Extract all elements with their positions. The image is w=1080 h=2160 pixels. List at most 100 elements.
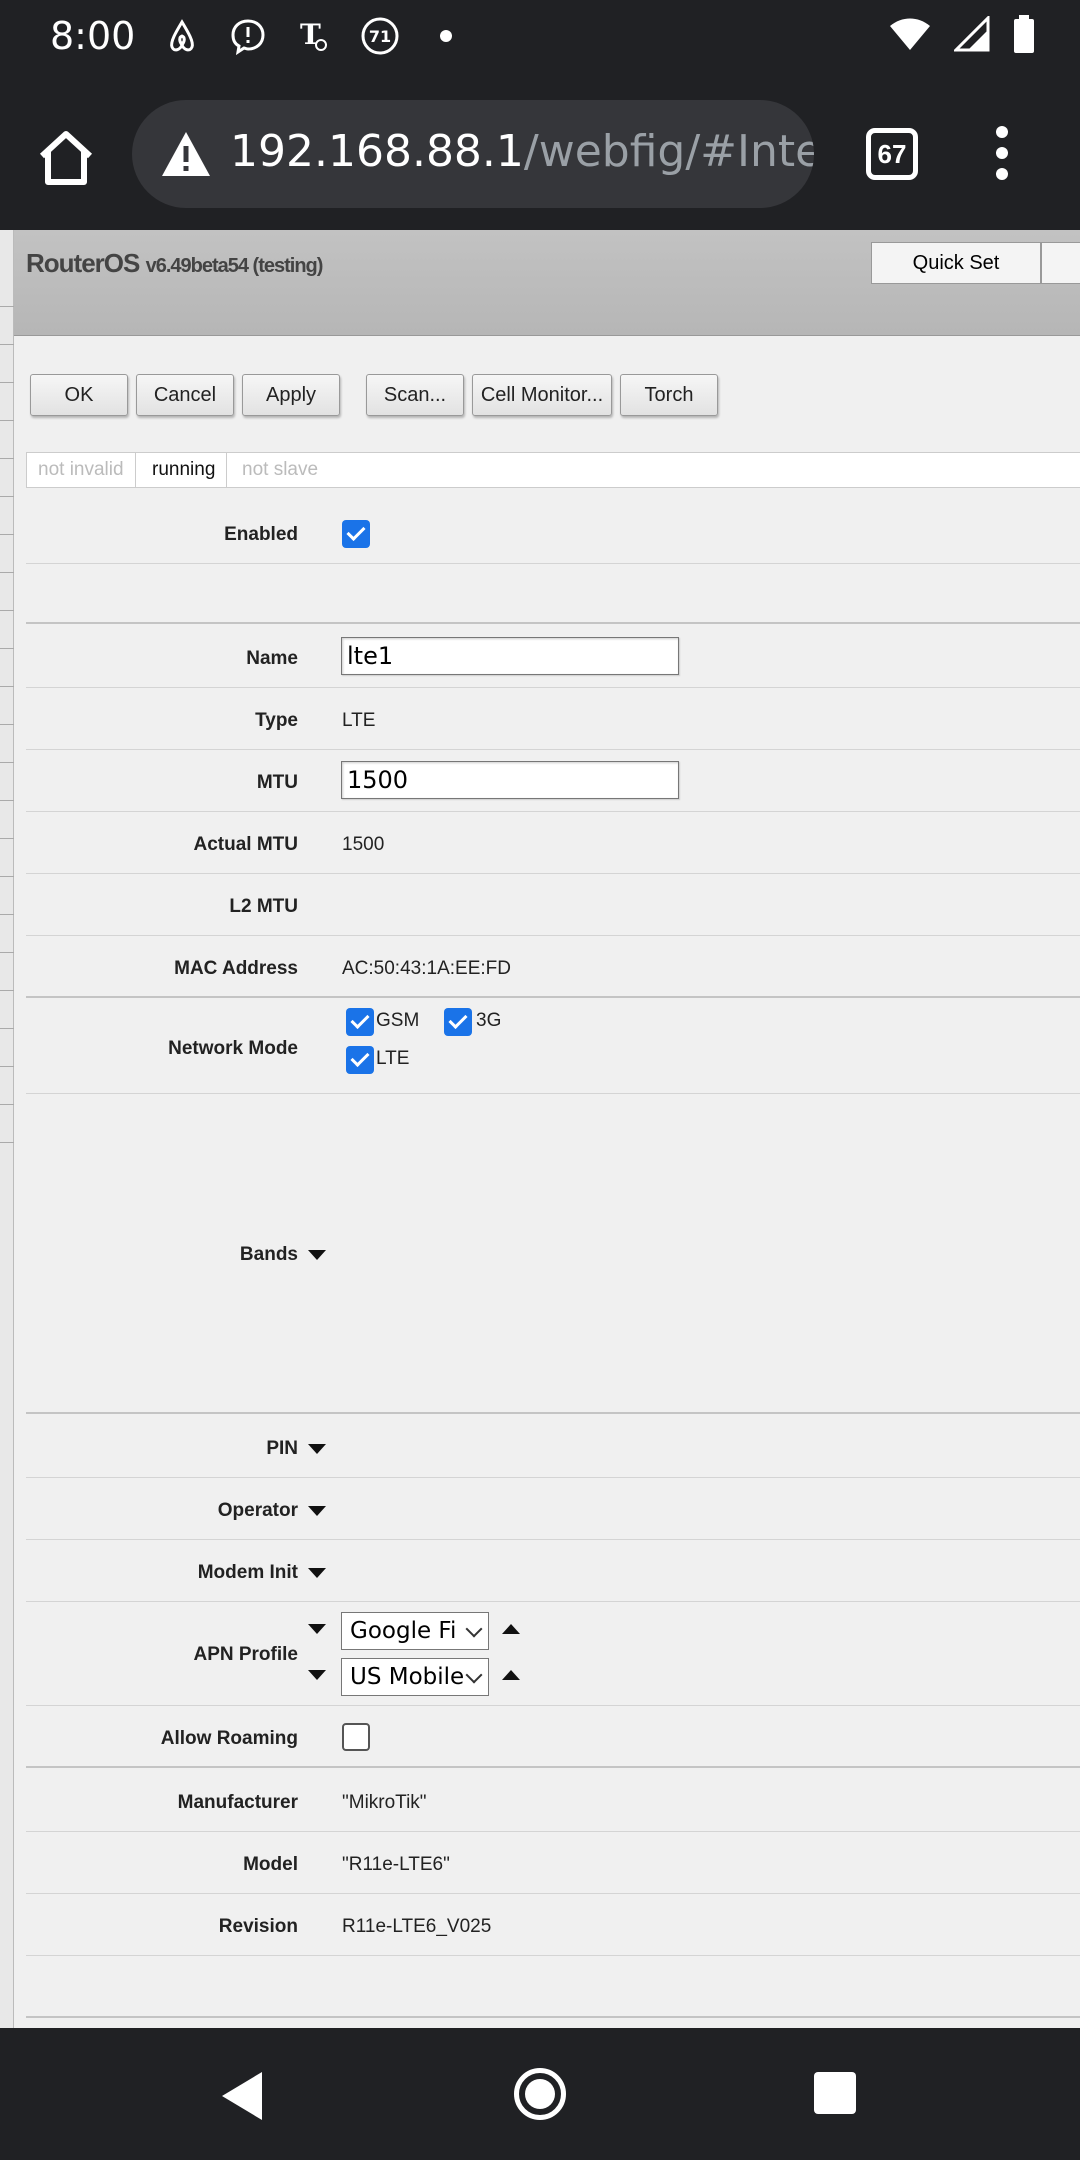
gsm-label: GSM — [376, 1010, 420, 1031]
row-bottom-spacer — [26, 1956, 1080, 2018]
tmobile-icon: T — [292, 14, 336, 58]
bands-expand-icon[interactable] — [308, 1250, 326, 1260]
row-manufacturer: Manufacturer "MikroTik" — [26, 1770, 1080, 1832]
manufacturer-value: "MikroTik" — [342, 1792, 427, 1813]
type-value: LTE — [342, 710, 376, 731]
apply-button[interactable]: Apply — [242, 374, 340, 416]
apn-profile-2-move-up-icon[interactable] — [502, 1670, 520, 1680]
status-flags: not invalid running not slave — [26, 452, 1080, 488]
mtu-label: MTU — [256, 772, 298, 793]
system-nav-bar — [0, 2028, 1080, 2160]
routeros-version: v6.49beta54 (testing) — [145, 255, 324, 277]
chevron-down-icon — [465, 1666, 483, 1684]
badge-71-icon: 71 — [358, 14, 402, 58]
home-icon[interactable] — [34, 126, 98, 190]
row-revision: Revision R11e-LTE6_V025 — [26, 1894, 1080, 1956]
modem-init-expand-icon[interactable] — [308, 1568, 326, 1578]
revision-label: Revision — [218, 1916, 298, 1937]
row-actual-mtu: Actual MTU 1500 — [26, 812, 1080, 874]
url-text[interactable]: 192.168.88.1/webfig/#Interfa — [230, 126, 814, 177]
row-mtu: MTU 1500 — [26, 750, 1080, 812]
apn-profile-1-move-up-icon[interactable] — [502, 1624, 520, 1634]
manufacturer-label: Manufacturer — [177, 1792, 298, 1813]
battery-icon — [1012, 14, 1036, 59]
row-apn-profile: APN Profile Google Fi US Mobile — [26, 1602, 1080, 1706]
signal-icon — [952, 14, 990, 57]
operator-expand-icon[interactable] — [308, 1506, 326, 1516]
modem-init-label: Modem Init — [197, 1562, 298, 1583]
mtu-input[interactable]: 1500 — [341, 761, 679, 799]
actual-mtu-label: Actual MTU — [193, 834, 299, 855]
flag-invalid: not invalid — [27, 453, 136, 487]
quick-set-button[interactable]: Quick Set — [871, 242, 1041, 284]
name-input[interactable]: lte1 — [341, 637, 679, 675]
mac-label: MAC Address — [174, 958, 298, 979]
left-menu-strip[interactable] — [0, 230, 14, 2028]
pin-expand-icon[interactable] — [308, 1444, 326, 1454]
clock: 8:00 — [50, 14, 136, 58]
svg-text:T: T — [300, 18, 321, 51]
name-label: Name — [246, 648, 298, 669]
dot-icon — [424, 14, 468, 58]
row-model: Model "R11e-LTE6" — [26, 1832, 1080, 1894]
overflow-menu-icon[interactable] — [990, 126, 1014, 186]
row-bands: Bands — [26, 1094, 1080, 1414]
routeros-brand: RouterOS — [26, 248, 140, 278]
recent-apps-icon[interactable] — [814, 2072, 856, 2114]
row-allow-roaming: Allow Roaming — [26, 1706, 1080, 1768]
wifi-icon — [888, 16, 932, 57]
revision-value: R11e-LTE6_V025 — [342, 1916, 492, 1937]
model-value: "R11e-LTE6" — [342, 1854, 450, 1875]
scan-button[interactable]: Scan... — [366, 374, 464, 416]
apn-profile-label: APN Profile — [193, 1644, 298, 1665]
row-enabled: Enabled — [26, 504, 1080, 564]
not-secure-warning-icon[interactable] — [160, 130, 212, 178]
browser-toolbar: 192.168.88.1/webfig/#Interfa 67 — [0, 76, 1080, 230]
gsm-checkbox[interactable] — [346, 1008, 374, 1036]
airbnb-icon — [160, 14, 204, 58]
url-host: 192.168.88.1 — [230, 126, 524, 177]
apn-profile-select-1[interactable]: Google Fi — [341, 1612, 489, 1650]
webfig-page: RouterOS v6.49beta54 (testing) Quick Set… — [0, 230, 1080, 2028]
routeros-title: RouterOS v6.49beta54 (testing) — [26, 248, 324, 279]
actual-mtu-value: 1500 — [342, 834, 385, 855]
tab-switcher-button[interactable]: 67 — [866, 128, 918, 180]
3g-label: 3G — [476, 1010, 502, 1031]
ok-button[interactable]: OK — [30, 374, 128, 416]
notification-icons: T 71 — [160, 14, 468, 58]
lte-checkbox[interactable] — [346, 1046, 374, 1074]
allow-roaming-label: Allow Roaming — [160, 1728, 298, 1749]
apn-profile-1-value: Google Fi — [350, 1618, 457, 1644]
back-icon[interactable] — [222, 2072, 262, 2120]
enabled-checkbox[interactable] — [342, 520, 370, 548]
pin-label: PIN — [266, 1438, 298, 1459]
flag-running: running — [141, 453, 228, 487]
type-label: Type — [255, 710, 298, 731]
apn-profile-select-2[interactable]: US Mobile — [341, 1658, 489, 1696]
l2mtu-label: L2 MTU — [229, 896, 298, 917]
messenger-icon — [226, 14, 270, 58]
row-l2mtu: L2 MTU — [26, 874, 1080, 936]
torch-button[interactable]: Torch — [620, 374, 718, 416]
mac-value: AC:50:43:1A:EE:FD — [342, 958, 511, 979]
network-mode-label: Network Mode — [168, 1038, 298, 1059]
cell-monitor-button[interactable]: Cell Monitor... — [472, 374, 612, 416]
row-operator: Operator — [26, 1478, 1080, 1540]
3g-checkbox[interactable] — [444, 1008, 472, 1036]
lte-label: LTE — [376, 1048, 410, 1069]
home-circle-icon[interactable] — [514, 2068, 566, 2120]
row-name: Name lte1 — [26, 626, 1080, 688]
row-modem-init: Modem Init — [26, 1540, 1080, 1602]
apn-profile-2-collapse-icon[interactable] — [308, 1670, 326, 1680]
routeros-header: RouterOS v6.49beta54 (testing) Quick Set — [14, 230, 1080, 336]
operator-label: Operator — [217, 1500, 298, 1521]
row-spacer — [26, 564, 1080, 624]
bands-label: Bands — [239, 1244, 298, 1265]
allow-roaming-checkbox[interactable] — [342, 1723, 370, 1751]
svg-text:71: 71 — [369, 27, 391, 46]
apn-profile-1-collapse-icon[interactable] — [308, 1624, 326, 1634]
address-bar[interactable]: 192.168.88.1/webfig/#Interfa — [132, 100, 814, 208]
header-button-partial[interactable] — [1041, 242, 1080, 284]
row-type: Type LTE — [26, 688, 1080, 750]
cancel-button[interactable]: Cancel — [136, 374, 234, 416]
